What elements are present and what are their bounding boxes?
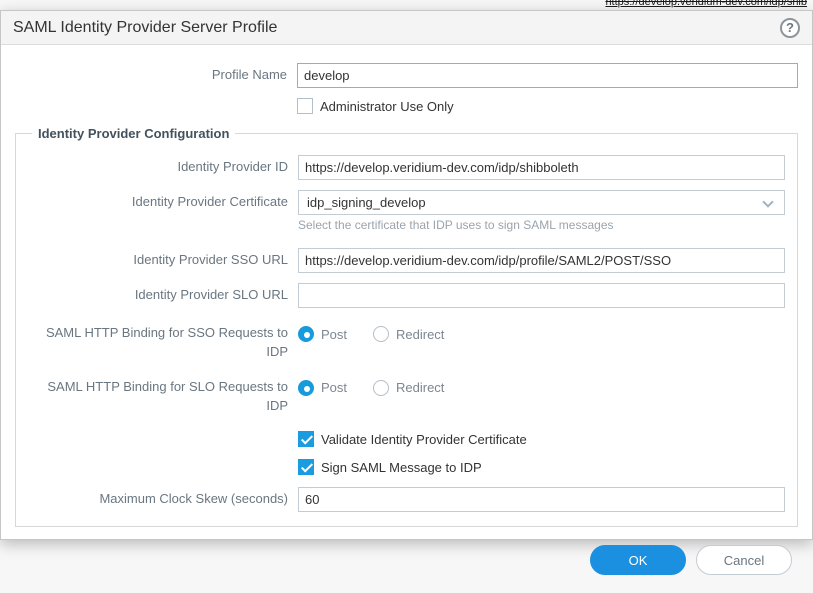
chevron-down-icon bbox=[762, 196, 773, 207]
sso-url-label: Identity Provider SSO URL bbox=[28, 251, 298, 270]
dialog-footer: OK Cancel bbox=[15, 539, 798, 583]
profile-name-input[interactable] bbox=[297, 63, 798, 88]
admin-use-only-checkbox[interactable] bbox=[297, 98, 313, 114]
idp-certificate-help-text: Select the certificate that IDP uses to … bbox=[298, 218, 614, 232]
clock-skew-input[interactable] bbox=[298, 487, 785, 512]
sso-binding-redirect-radio[interactable] bbox=[373, 326, 389, 342]
idp-certificate-select[interactable]: idp_signing_develop bbox=[298, 190, 785, 215]
validate-cert-label: Validate Identity Provider Certificate bbox=[321, 432, 527, 447]
sso-binding-label: SAML HTTP Binding for SSO Requests to ID… bbox=[28, 324, 298, 362]
idp-id-input[interactable] bbox=[298, 155, 785, 180]
sso-binding-redirect-option[interactable]: Redirect bbox=[373, 326, 444, 342]
admin-use-only-label: Administrator Use Only bbox=[320, 99, 454, 114]
sso-binding-post-option[interactable]: Post bbox=[298, 326, 347, 342]
ok-button[interactable]: OK bbox=[590, 545, 686, 575]
slo-binding-row: SAML HTTP Binding for SLO Requests to ID… bbox=[28, 378, 785, 416]
background-page: https://develop.veridium-dev.com/idp/shi… bbox=[0, 0, 813, 558]
slo-binding-redirect-option[interactable]: Redirect bbox=[373, 380, 444, 396]
sso-binding-options: Post Redirect bbox=[298, 324, 444, 342]
saml-idp-server-profile-dialog: SAML Identity Provider Server Profile ? … bbox=[0, 10, 813, 540]
slo-binding-redirect-radio[interactable] bbox=[373, 380, 389, 396]
slo-binding-post-option[interactable]: Post bbox=[298, 380, 347, 396]
sso-url-row: Identity Provider SSO URL bbox=[28, 248, 785, 273]
validate-cert-row: Validate Identity Provider Certificate bbox=[28, 431, 785, 447]
validate-cert-checkbox[interactable] bbox=[298, 431, 314, 447]
dialog-body: Profile Name Administrator Use Only Iden… bbox=[1, 45, 812, 593]
idp-id-row: Identity Provider ID bbox=[28, 155, 785, 180]
idp-certificate-value: idp_signing_develop bbox=[307, 195, 426, 210]
background-url-text: https://develop.veridium-dev.com/idp/shi… bbox=[605, 0, 807, 8]
sign-saml-checkbox[interactable] bbox=[298, 459, 314, 475]
section-title: Identity Provider Configuration bbox=[32, 126, 235, 141]
sso-binding-post-radio[interactable] bbox=[298, 326, 314, 342]
clock-skew-row: Maximum Clock Skew (seconds) bbox=[28, 487, 785, 512]
cancel-button[interactable]: Cancel bbox=[696, 545, 792, 575]
slo-binding-label: SAML HTTP Binding for SLO Requests to ID… bbox=[28, 378, 298, 416]
slo-url-label: Identity Provider SLO URL bbox=[28, 286, 298, 305]
identity-provider-configuration-section: Identity Provider Configuration Identity… bbox=[15, 126, 798, 527]
slo-url-row: Identity Provider SLO URL bbox=[28, 283, 785, 308]
sso-url-input[interactable] bbox=[298, 248, 785, 273]
idp-certificate-row: Identity Provider Certificate idp_signin… bbox=[28, 190, 785, 215]
sign-saml-row: Sign SAML Message to IDP bbox=[28, 459, 785, 475]
dialog-header: SAML Identity Provider Server Profile ? bbox=[1, 11, 812, 45]
sso-binding-row: SAML HTTP Binding for SSO Requests to ID… bbox=[28, 324, 785, 362]
help-icon[interactable]: ? bbox=[780, 18, 800, 38]
admin-use-only-row: Administrator Use Only bbox=[15, 98, 798, 114]
idp-id-label: Identity Provider ID bbox=[28, 158, 298, 177]
slo-binding-options: Post Redirect bbox=[298, 378, 444, 396]
sign-saml-label: Sign SAML Message to IDP bbox=[321, 460, 482, 475]
idp-certificate-label: Identity Provider Certificate bbox=[28, 193, 298, 212]
idp-certificate-help-row: Select the certificate that IDP uses to … bbox=[28, 218, 785, 232]
slo-binding-post-radio[interactable] bbox=[298, 380, 314, 396]
dialog-title: SAML Identity Provider Server Profile bbox=[13, 19, 277, 37]
clock-skew-label: Maximum Clock Skew (seconds) bbox=[28, 490, 298, 509]
slo-url-input[interactable] bbox=[298, 283, 785, 308]
profile-name-row: Profile Name bbox=[15, 63, 798, 88]
profile-name-label: Profile Name bbox=[15, 66, 297, 85]
